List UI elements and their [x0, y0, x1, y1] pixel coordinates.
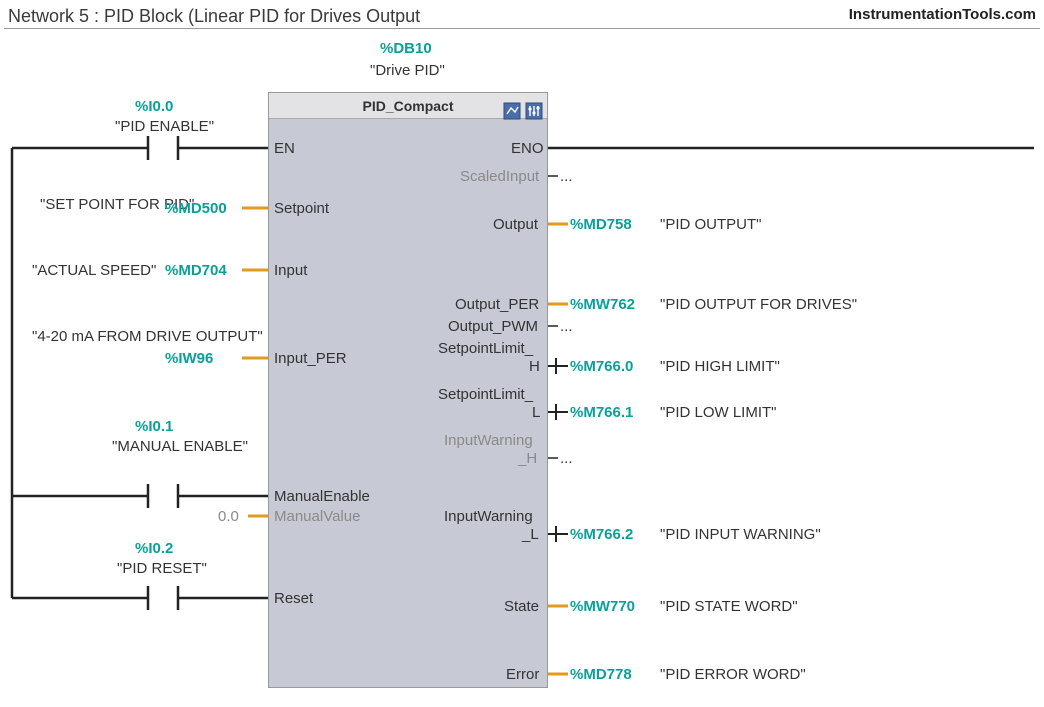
- ladder-wires: [0, 0, 1044, 707]
